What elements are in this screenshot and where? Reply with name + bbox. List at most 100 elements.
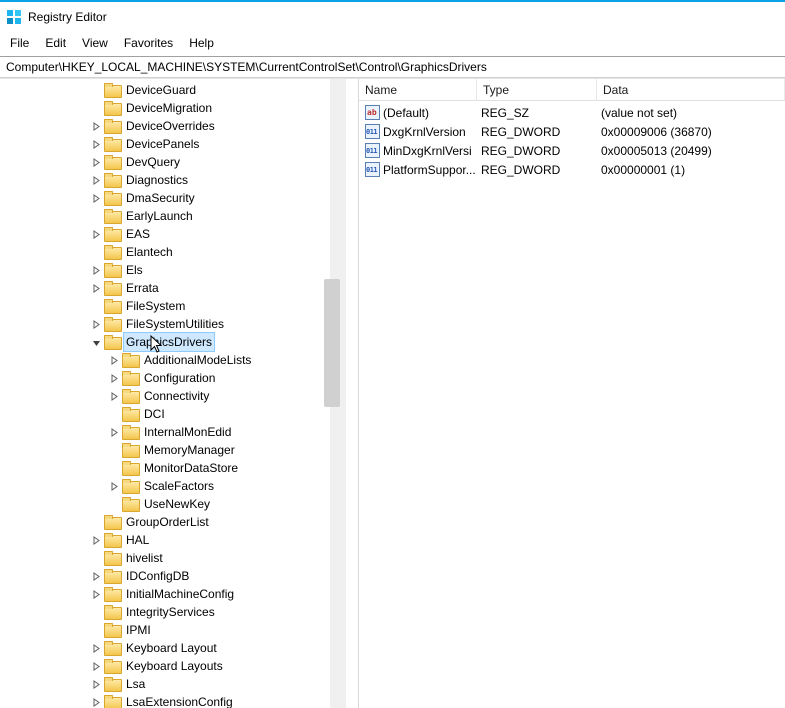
tree-expander-closed-icon[interactable] (108, 372, 120, 384)
tree-node[interactable]: hivelist (0, 549, 352, 567)
regedit-icon (6, 9, 22, 25)
tree-expander-closed-icon[interactable] (90, 642, 102, 654)
tree-node[interactable]: GroupOrderList (0, 513, 352, 531)
tree-node-label: Keyboard Layout (124, 639, 219, 657)
tree-node[interactable]: Els (0, 261, 352, 279)
folder-icon (104, 335, 120, 349)
tree-expander-closed-icon[interactable] (90, 696, 102, 708)
folder-icon (104, 695, 120, 708)
tree-node[interactable]: DeviceMigration (0, 99, 352, 117)
tree-node-label: DCI (142, 405, 167, 423)
value-data: 0x00005013 (20499) (599, 144, 785, 158)
menu-favorites[interactable]: Favorites (118, 34, 179, 52)
tree-node[interactable]: IntegrityServices (0, 603, 352, 621)
folder-icon (104, 245, 120, 259)
tree-node[interactable]: MemoryManager (0, 441, 352, 459)
tree-expander-closed-icon[interactable] (90, 138, 102, 150)
tree-expander-closed-icon[interactable] (90, 534, 102, 546)
tree-node[interactable]: GraphicsDrivers (0, 333, 352, 351)
tree-node-label: DevQuery (124, 153, 182, 171)
tree-node[interactable]: Diagnostics (0, 171, 352, 189)
folder-icon (104, 227, 120, 241)
tree-pane[interactable]: DeviceGuardDeviceMigrationDeviceOverride… (0, 79, 352, 708)
tree-node-label: DmaSecurity (124, 189, 197, 207)
tree-expander-open-icon[interactable] (90, 336, 102, 348)
values-list-pane[interactable]: Name Type Data (Default)REG_SZ(value not… (359, 79, 785, 708)
tree-node[interactable]: DevQuery (0, 153, 352, 171)
tree-node[interactable]: DeviceOverrides (0, 117, 352, 135)
folder-icon (104, 587, 120, 601)
tree-expander-closed-icon[interactable] (90, 174, 102, 186)
tree-expander-closed-icon[interactable] (108, 354, 120, 366)
tree-node-label: MonitorDataStore (142, 459, 240, 477)
app-title: Registry Editor (28, 10, 107, 24)
tree-expander-closed-icon[interactable] (90, 156, 102, 168)
tree-node[interactable]: InternalMonEdid (0, 423, 352, 441)
value-row[interactable]: DxgKrnlVersionREG_DWORD0x00009006 (36870… (359, 122, 785, 141)
value-data: (value not set) (599, 106, 785, 120)
tree-node-label: UseNewKey (142, 495, 212, 513)
tree-node[interactable]: InitialMachineConfig (0, 585, 352, 603)
tree-node[interactable]: FileSystem (0, 297, 352, 315)
tree-node[interactable]: IPMI (0, 621, 352, 639)
tree-node[interactable]: Keyboard Layouts (0, 657, 352, 675)
tree-expander-closed-icon[interactable] (108, 390, 120, 402)
tree-node[interactable]: DeviceGuard (0, 81, 352, 99)
tree-node-label: DeviceMigration (124, 99, 214, 117)
tree-node[interactable]: Lsa (0, 675, 352, 693)
col-header-type[interactable]: Type (477, 79, 597, 100)
tree-node[interactable]: Keyboard Layout (0, 639, 352, 657)
tree-node[interactable]: EAS (0, 225, 352, 243)
menu-edit[interactable]: Edit (39, 34, 72, 52)
tree-node[interactable]: DmaSecurity (0, 189, 352, 207)
tree-expander-closed-icon[interactable] (90, 264, 102, 276)
value-row[interactable]: (Default)REG_SZ(value not set) (359, 103, 785, 122)
tree-node-label: IDConfigDB (124, 567, 191, 585)
folder-icon (104, 83, 120, 97)
tree-expander-closed-icon[interactable] (90, 570, 102, 582)
col-header-name[interactable]: Name (359, 79, 477, 100)
tree-node-label: FileSystem (124, 297, 187, 315)
tree-expander-closed-icon[interactable] (90, 588, 102, 600)
reg-dword-icon (365, 124, 380, 139)
tree-node[interactable]: Elantech (0, 243, 352, 261)
tree-node-label: DevicePanels (124, 135, 201, 153)
tree-node[interactable]: AdditionalModeLists (0, 351, 352, 369)
tree-expander-closed-icon[interactable] (90, 228, 102, 240)
tree-node[interactable]: Configuration (0, 369, 352, 387)
value-data: 0x00009006 (36870) (599, 125, 785, 139)
titlebar[interactable]: Registry Editor (0, 2, 785, 32)
tree-expander-closed-icon[interactable] (90, 282, 102, 294)
tree-node[interactable]: FileSystemUtilities (0, 315, 352, 333)
tree-node[interactable]: UseNewKey (0, 495, 352, 513)
col-header-data[interactable]: Data (597, 79, 785, 100)
tree-expander-closed-icon[interactable] (90, 678, 102, 690)
value-row[interactable]: MinDxgKrnlVersiREG_DWORD0x00005013 (2049… (359, 141, 785, 160)
tree-expander-closed-icon[interactable] (90, 318, 102, 330)
tree-node[interactable]: EarlyLaunch (0, 207, 352, 225)
menu-view[interactable]: View (76, 34, 114, 52)
folder-icon (104, 137, 120, 151)
tree-expander-closed-icon[interactable] (108, 480, 120, 492)
list-header[interactable]: Name Type Data (359, 79, 785, 101)
list-body: (Default)REG_SZ(value not set)DxgKrnlVer… (359, 101, 785, 179)
tree-expander-closed-icon[interactable] (90, 192, 102, 204)
tree-node[interactable]: IDConfigDB (0, 567, 352, 585)
tree-expander-closed-icon[interactable] (108, 426, 120, 438)
tree-node[interactable]: ScaleFactors (0, 477, 352, 495)
value-row[interactable]: PlatformSuppor...REG_DWORD0x00000001 (1) (359, 160, 785, 179)
tree-node[interactable]: LsaExtensionConfig (0, 693, 352, 708)
tree-expander-closed-icon[interactable] (90, 120, 102, 132)
tree-node[interactable]: Connectivity (0, 387, 352, 405)
address-bar[interactable]: Computer\HKEY_LOCAL_MACHINE\SYSTEM\Curre… (0, 56, 785, 78)
menu-help[interactable]: Help (183, 34, 220, 52)
tree-node-label: InitialMachineConfig (124, 585, 236, 603)
value-name: MinDxgKrnlVersi (383, 144, 472, 158)
tree-node[interactable]: Errata (0, 279, 352, 297)
menu-file[interactable]: File (4, 34, 35, 52)
tree-expander-closed-icon[interactable] (90, 660, 102, 672)
tree-node[interactable]: MonitorDataStore (0, 459, 352, 477)
tree-node[interactable]: DCI (0, 405, 352, 423)
tree-node[interactable]: HAL (0, 531, 352, 549)
tree-node[interactable]: DevicePanels (0, 135, 352, 153)
